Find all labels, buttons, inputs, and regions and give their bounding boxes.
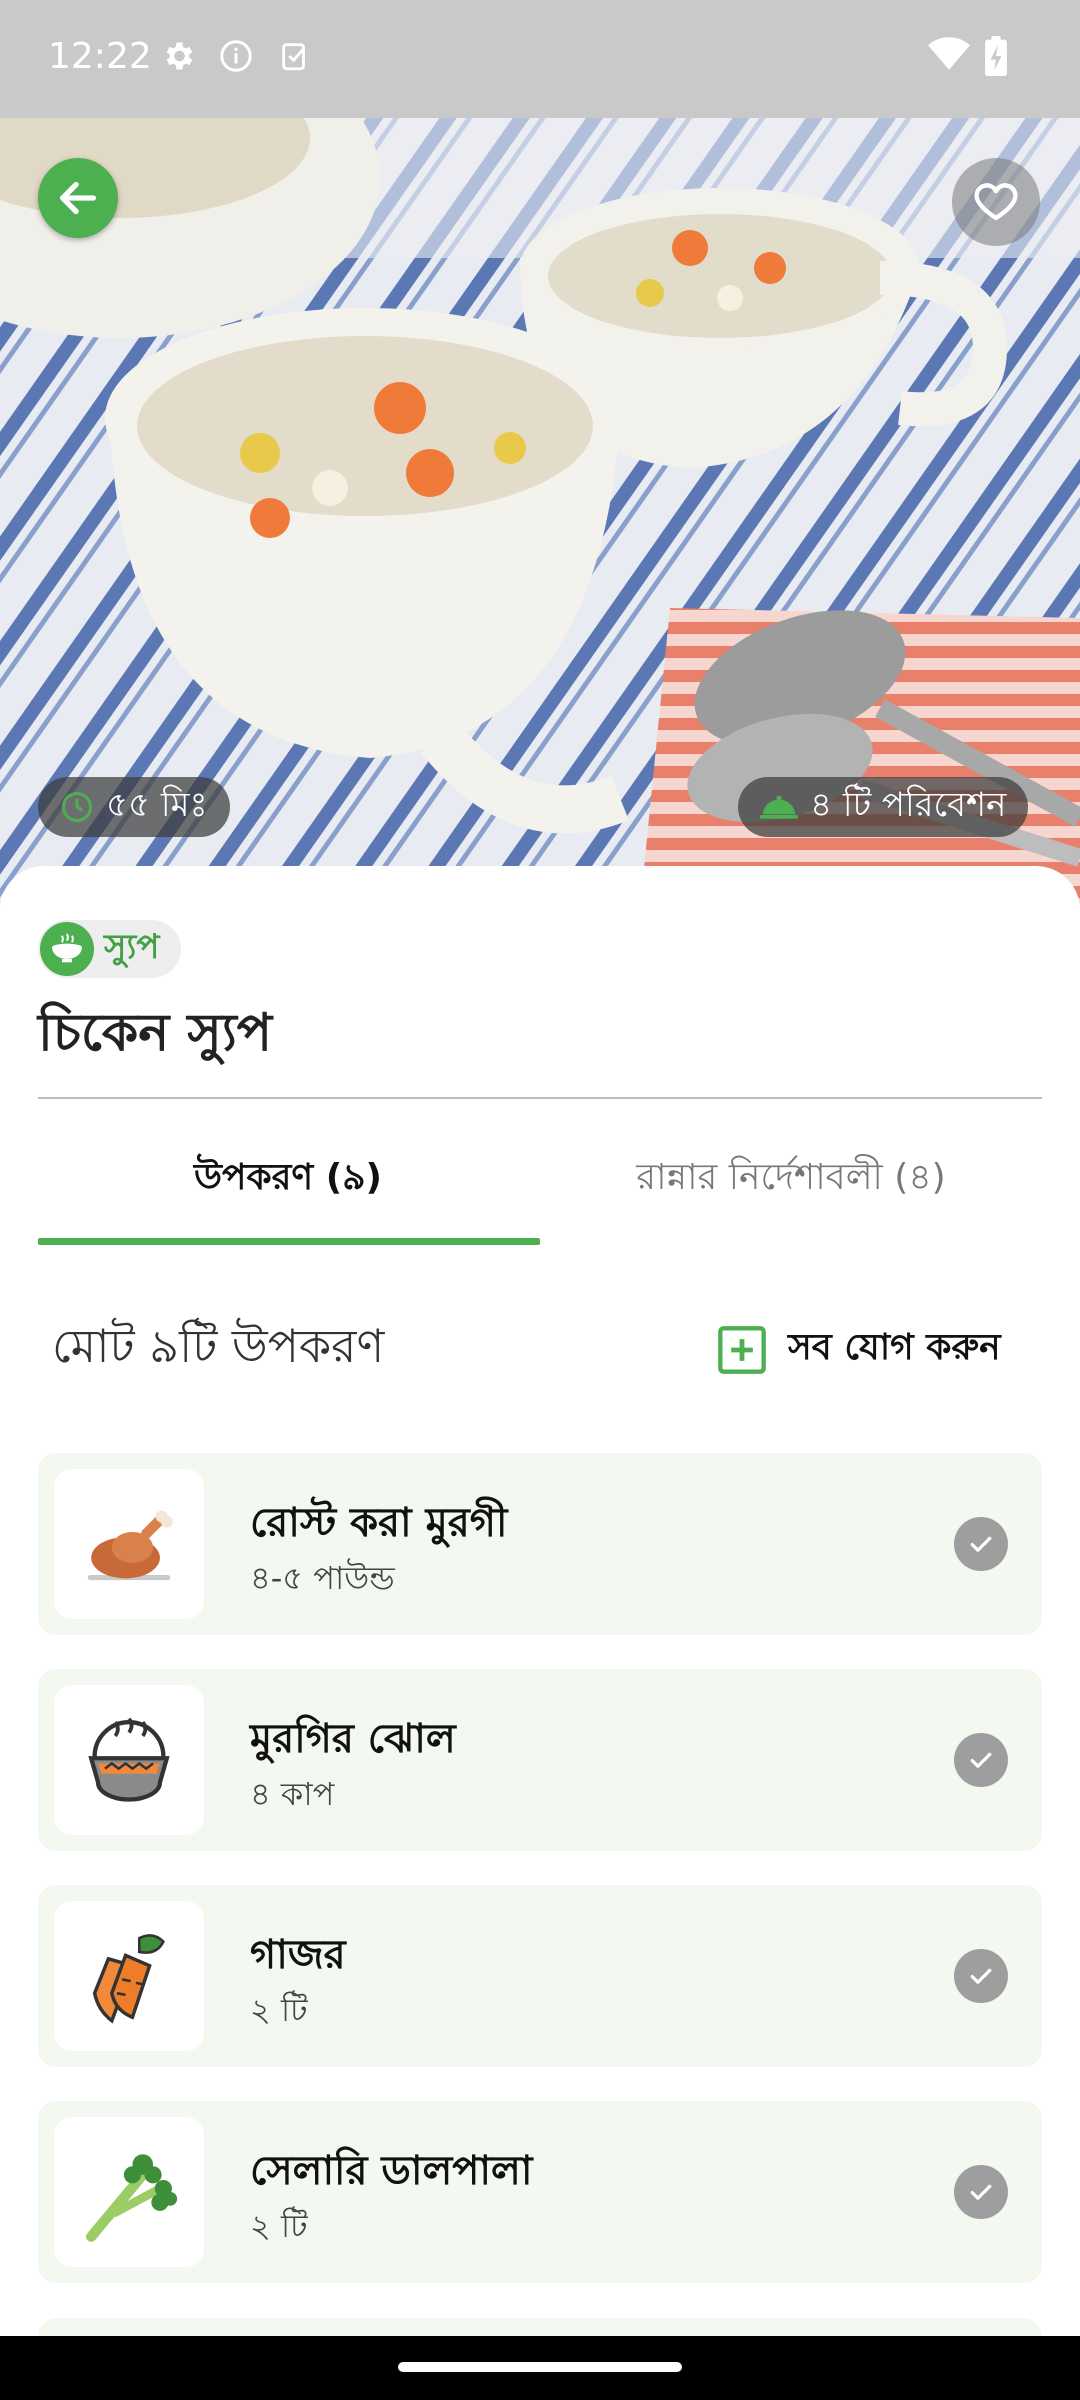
- roast-chicken-icon: [54, 1469, 204, 1619]
- celery-icon: [54, 2117, 204, 2267]
- cloche-icon: [760, 795, 798, 819]
- clipboard-check-icon: [278, 38, 312, 78]
- add-square-icon: [718, 1326, 766, 1374]
- wifi-icon: [928, 36, 970, 76]
- ingredient-name: সেলারি ডালপালা: [250, 2148, 533, 2194]
- status-time: 12:22: [48, 36, 152, 77]
- add-all-button[interactable]: সব যোগ করুন: [716, 1320, 1001, 1380]
- tab-directions[interactable]: রান্নার নির্দেশাবলী (৪): [540, 1150, 1042, 1210]
- category-chip[interactable]: স্যুপ: [38, 920, 182, 978]
- ingredients-total-label: মোট ৯টি উপকরণ: [52, 1319, 385, 1373]
- favorite-button[interactable]: [952, 158, 1040, 246]
- category-label: স্যুপ: [104, 926, 160, 967]
- soup-bowl-icon: [40, 922, 94, 976]
- cook-time-text: ৫৫ মিঃ: [106, 784, 208, 825]
- heart-outline-icon: [974, 183, 1018, 221]
- checkmark-icon: [970, 1752, 992, 1768]
- servings-badge: ৪ টি পরিবেশন: [738, 777, 1029, 837]
- checkmark-icon: [970, 1968, 992, 1984]
- recipe-detail-screen: 12:22 ৫৫ মিঃ ৪ টি পরিবেশন স্যুপ চিকেন স্…: [0, 0, 1080, 2400]
- add-all-label: সব যোগ করুন: [788, 1327, 1001, 1368]
- check-button[interactable]: [954, 1517, 1008, 1571]
- clock-icon: [61, 791, 93, 823]
- info-icon: [218, 38, 254, 78]
- servings-text: ৪ টি পরিবেশন: [810, 784, 1007, 825]
- active-tab-indicator: [38, 1238, 540, 1245]
- ingredient-card[interactable]: গাজর ২ টি: [38, 1885, 1042, 2067]
- arrow-left-icon: [59, 181, 97, 215]
- cook-time-badge: ৫৫ মিঃ: [38, 777, 230, 837]
- recipe-title: চিকেন স্যুপ: [38, 1003, 273, 1063]
- ingredient-quantity: ২ টি: [250, 2207, 308, 2245]
- ingredient-name: রোস্ট করা মুরগী: [250, 1500, 508, 1546]
- battery-charging-icon: [984, 36, 1008, 80]
- home-gesture-handle[interactable]: [398, 2362, 682, 2372]
- carrot-icon: [54, 1901, 204, 2051]
- ingredient-card[interactable]: মুরগির ঝোল ৪ কাপ: [38, 1669, 1042, 1851]
- ingredient-card[interactable]: সেলারি ডালপালা ২ টি: [38, 2101, 1042, 2283]
- ingredient-name: গাজর: [250, 1932, 346, 1978]
- ingredient-card[interactable]: রোস্ট করা মুরগী ৪-৫ পাউন্ড: [38, 1453, 1042, 1635]
- ingredient-quantity: ২ টি: [250, 1991, 308, 2029]
- ingredient-quantity: ৪ কাপ: [250, 1775, 335, 1813]
- check-button[interactable]: [954, 1949, 1008, 2003]
- ingredient-quantity: ৪-৫ পাউন্ড: [250, 1559, 395, 1597]
- ingredient-name: মুরগির ঝোল: [250, 1716, 456, 1762]
- check-button[interactable]: [954, 1733, 1008, 1787]
- gear-icon: [160, 38, 196, 78]
- status-bar: 12:22: [0, 0, 1080, 118]
- checkmark-icon: [970, 2184, 992, 2200]
- back-button[interactable]: [38, 158, 118, 238]
- title-divider: [38, 1097, 1042, 1099]
- broth-pot-icon: [54, 1685, 204, 1835]
- checkmark-icon: [970, 1536, 992, 1552]
- check-button[interactable]: [954, 2165, 1008, 2219]
- tab-ingredients[interactable]: উপকরণ (৯): [38, 1150, 538, 1210]
